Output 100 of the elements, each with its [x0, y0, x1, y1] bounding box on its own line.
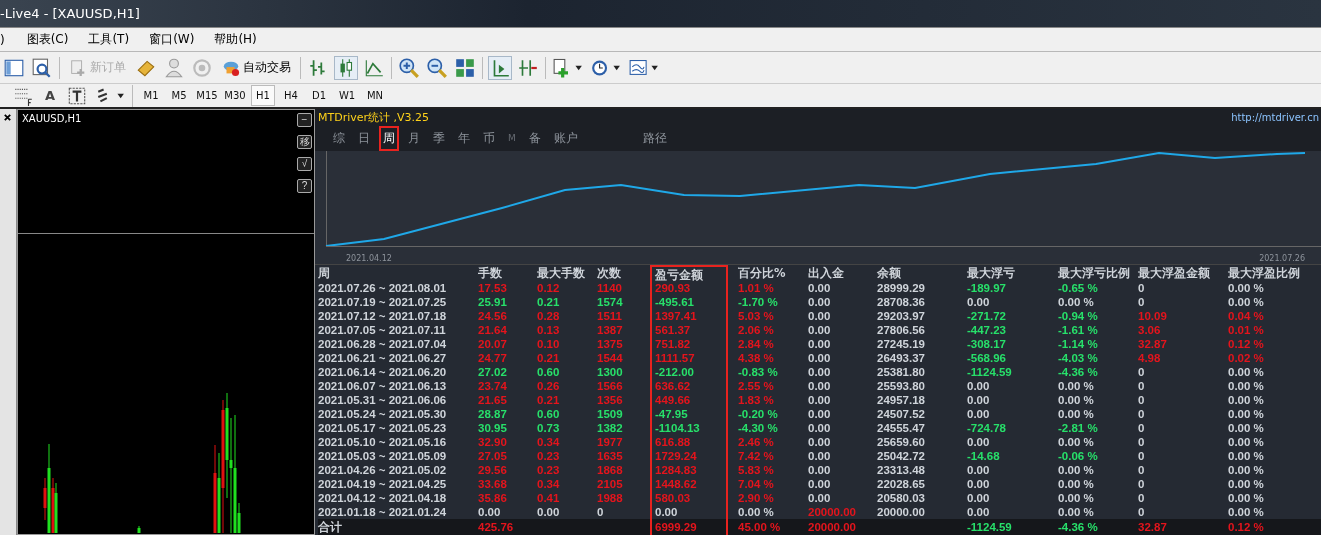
table-cell-text: 33.68	[478, 477, 508, 491]
table-cell-text: 0	[1138, 295, 1146, 309]
column-header: 盈亏金额	[650, 265, 728, 283]
chart-button[interactable]: −	[297, 113, 312, 127]
close-icon[interactable]	[3, 113, 12, 122]
table-cell-text: 0	[1138, 365, 1146, 379]
stats-tab[interactable]: 日	[354, 125, 374, 151]
table-cell-text: 2021.05.24 ~ 2021.05.30	[318, 407, 448, 421]
zoom-in-icon[interactable]	[398, 56, 420, 79]
stats-tab[interactable]: 账户	[549, 125, 582, 151]
menu-item[interactable]: 工具(T)	[88, 31, 130, 48]
table-cell-text: 0.00 %	[738, 505, 775, 519]
timeframe-button[interactable]: H1	[251, 85, 275, 106]
text-tool[interactable]: A	[40, 88, 60, 103]
table-cell-text: 28.87	[478, 407, 508, 421]
column-header: 百分比%	[738, 265, 787, 282]
menu-item[interactable]: 窗口(W)	[149, 31, 195, 48]
menu-item[interactable]: )	[0, 32, 5, 47]
stats-tab[interactable]: 综	[329, 125, 349, 151]
table-cell-text: 0.00	[967, 295, 991, 309]
timeframe-button[interactable]: M1	[139, 85, 163, 106]
table-cell-text: 0.00	[808, 421, 832, 435]
table-cell-text: 1544	[597, 351, 624, 365]
table-cell-text: 25659.60	[877, 435, 926, 449]
table-cell-text: 21.65	[478, 393, 508, 407]
table-cell: 6999.29	[650, 519, 728, 535]
table-cell-text: 5.83 %	[738, 463, 775, 477]
timeframe-button[interactable]: W1	[335, 85, 359, 106]
axis-date-label: 2021.07.26	[1259, 254, 1305, 263]
table-cell-text: 2021.05.17 ~ 2021.05.23	[318, 421, 448, 435]
table-cell-text: 0.34	[537, 435, 561, 449]
table-cell-text: 0.28	[537, 309, 561, 323]
stats-tab[interactable]: 周	[379, 125, 399, 151]
table-cell-text: 20580.03	[877, 491, 926, 505]
table-cell-text: 0.00 %	[1228, 365, 1265, 379]
table-cell-text: 2021.04.12 ~ 2021.04.18	[318, 491, 448, 505]
table-cell-text: 0.00 %	[1058, 477, 1095, 491]
table-cell-text: -724.78	[967, 421, 1007, 435]
stats-tab[interactable]: 季	[429, 125, 449, 151]
table-cell-text: 0.02 %	[1228, 351, 1265, 365]
stats-tab[interactable]: 年	[454, 125, 474, 151]
table-cell-text: 0	[1138, 379, 1146, 393]
table-cell-text: 27.05	[478, 449, 508, 463]
toolbar-button[interactable]: 自动交易	[219, 56, 294, 79]
table-cell: 751.82	[650, 337, 728, 351]
table-cell-text: 25381.80	[877, 365, 926, 379]
table-cell-text: 22028.65	[877, 477, 926, 491]
menu-item[interactable]: 帮助(H)	[214, 31, 257, 48]
table-cell-text: 2021.07.12 ~ 2021.07.18	[318, 309, 448, 323]
website-link[interactable]: http://mtdriver.cn	[1231, 111, 1319, 123]
table-cell-text: 2.46 %	[738, 435, 775, 449]
timeframe-button[interactable]: M5	[167, 85, 191, 106]
timeframe-button[interactable]: D1	[307, 85, 331, 106]
table-cell-text: 35.86	[478, 491, 508, 505]
menu-item[interactable]: 图表(C)	[26, 31, 69, 48]
table-cell-text: -14.68	[967, 449, 1001, 463]
stats-tab[interactable]: 币	[479, 125, 499, 151]
table-cell-text: 27806.56	[877, 323, 926, 337]
table-cell-text: 0	[1138, 435, 1146, 449]
table-cell-text: 0.12	[537, 281, 561, 295]
stats-tab[interactable]: 月	[404, 125, 424, 151]
table-cell-text: 4.98	[1138, 351, 1162, 365]
magnifier-chart-icon[interactable]	[31, 56, 53, 79]
table-cell-text: -4.36 %	[1058, 520, 1099, 535]
table-cell-text: 0.00	[808, 323, 832, 337]
stats-tab[interactable]: 路径	[638, 125, 671, 151]
chart-shift-icon[interactable]	[489, 56, 511, 79]
chart-button[interactable]: ?	[297, 179, 312, 193]
timeframe-button[interactable]: M15	[195, 85, 219, 106]
table-cell-text: 2021.04.19 ~ 2021.04.25	[318, 477, 448, 491]
table-cell-text: 0.00	[808, 309, 832, 323]
table-cell-text: 2105	[597, 477, 624, 491]
table-cell-text: 2021.07.19 ~ 2021.07.25	[318, 295, 448, 309]
table-cell-text: 25.91	[478, 295, 508, 309]
timeframe-button[interactable]: MN	[363, 85, 387, 106]
table-cell-text: 0.60	[537, 365, 561, 379]
chart-button[interactable]: √	[297, 157, 312, 171]
candlestick-icon[interactable]	[335, 56, 357, 79]
timeframe-button[interactable]: M30	[223, 85, 247, 106]
table-cell-text: 2021.04.26 ~ 2021.05.02	[318, 463, 448, 477]
column-header: 余额	[877, 265, 902, 282]
zoom-out-icon[interactable]	[426, 56, 448, 79]
add-indicator-icon[interactable]	[552, 56, 584, 79]
table-cell-text: 0.00	[808, 365, 832, 379]
table-cell-text: 29.56	[478, 463, 508, 477]
chart-button[interactable]: 移	[297, 135, 312, 149]
table-cell-text: 3.06	[1138, 323, 1162, 337]
table-cell-text: 28708.36	[877, 295, 926, 309]
column-header: 手数	[478, 265, 503, 282]
stats-tab[interactable]: 备	[524, 125, 545, 151]
column-header: 最大浮亏	[967, 265, 1016, 282]
table-cell-text: 0.00 %	[1058, 463, 1095, 477]
table-cell-text: 2.06 %	[738, 323, 775, 337]
tile-windows-icon[interactable]	[454, 56, 476, 79]
table-cell-text: 1574	[597, 295, 624, 309]
table-cell-text: 0.00 %	[1228, 295, 1265, 309]
table-cell-text: 17.53	[478, 281, 508, 295]
timeframe-button[interactable]: H4	[279, 85, 303, 106]
table-cell-text: 1977	[597, 435, 624, 449]
window-title: -Live4 - [XAUUSD,H1]	[0, 6, 140, 21]
